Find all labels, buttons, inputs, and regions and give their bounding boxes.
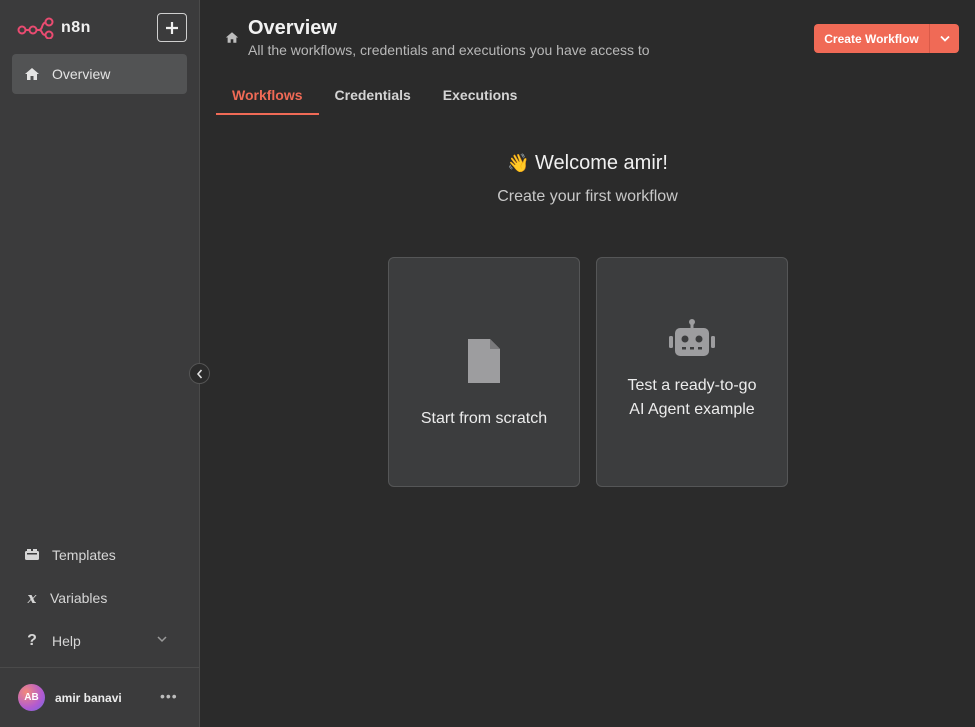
chevron-down-icon[interactable] <box>157 635 167 643</box>
card-label-line2: AI Agent example <box>629 401 755 418</box>
welcome-heading: 👋 Welcome amir! <box>200 152 975 175</box>
chevron-down-icon <box>939 35 950 42</box>
tab-executions[interactable]: Executions <box>427 84 534 115</box>
sidebar-item-label: Variables <box>50 590 108 606</box>
templates-icon <box>25 549 39 560</box>
start-from-scratch-card[interactable]: Start from scratch <box>388 257 580 487</box>
logo-text: n8n <box>61 19 91 36</box>
sidebar: n8n Overview Templates x Variables ? Hel… <box>0 0 200 727</box>
tab-credentials[interactable]: Credentials <box>319 84 427 115</box>
sidebar-divider <box>0 667 199 668</box>
avatar[interactable]: AB <box>18 684 45 711</box>
home-icon <box>25 68 39 80</box>
variables-icon: x <box>27 589 37 607</box>
card-label: Start from scratch <box>420 410 548 427</box>
sidebar-item-templates[interactable]: Templates <box>12 537 187 573</box>
tabs: Workflows Credentials Executions <box>216 84 533 115</box>
create-workflow-label[interactable]: Create Workflow <box>814 24 930 53</box>
create-dropdown-button[interactable] <box>930 24 959 53</box>
welcome-text: Welcome amir! <box>534 152 668 174</box>
collapse-sidebar-button[interactable] <box>189 363 210 384</box>
sidebar-item-label: Help <box>52 633 81 649</box>
question-icon: ? <box>27 632 37 649</box>
page-subtitle: All the workflows, credentials and execu… <box>248 42 650 58</box>
more-options-button[interactable]: ••• <box>160 688 178 704</box>
create-workflow-button[interactable]: Create Workflow <box>814 24 959 53</box>
n8n-logo[interactable]: n8n <box>17 17 91 39</box>
sidebar-item-help[interactable]: ? Help <box>12 623 187 659</box>
plus-icon <box>166 21 178 34</box>
user-name: amir banavi <box>55 690 122 705</box>
wave-icon: 👋 <box>507 153 530 173</box>
card-label: Test a ready-to-go <box>627 377 757 394</box>
sidebar-item-variables[interactable]: x Variables <box>12 580 187 616</box>
n8n-logo-icon <box>17 17 54 39</box>
welcome-subtitle: Create your first workflow <box>497 188 678 205</box>
sidebar-item-overview[interactable]: Overview <box>12 54 187 94</box>
file-icon <box>468 339 500 383</box>
chevron-left-icon <box>196 368 202 379</box>
user-menu[interactable]: AB amir banavi <box>18 684 122 711</box>
home-icon <box>225 32 239 43</box>
ai-agent-example-card[interactable]: Test a ready-to-go AI Agent example <box>596 257 788 487</box>
sidebar-item-label: Templates <box>52 547 116 563</box>
robot-icon <box>669 319 715 356</box>
page-title: Overview <box>248 17 337 39</box>
tab-workflows[interactable]: Workflows <box>216 84 319 115</box>
sidebar-item-label: Overview <box>52 66 111 82</box>
new-button[interactable] <box>157 13 187 42</box>
